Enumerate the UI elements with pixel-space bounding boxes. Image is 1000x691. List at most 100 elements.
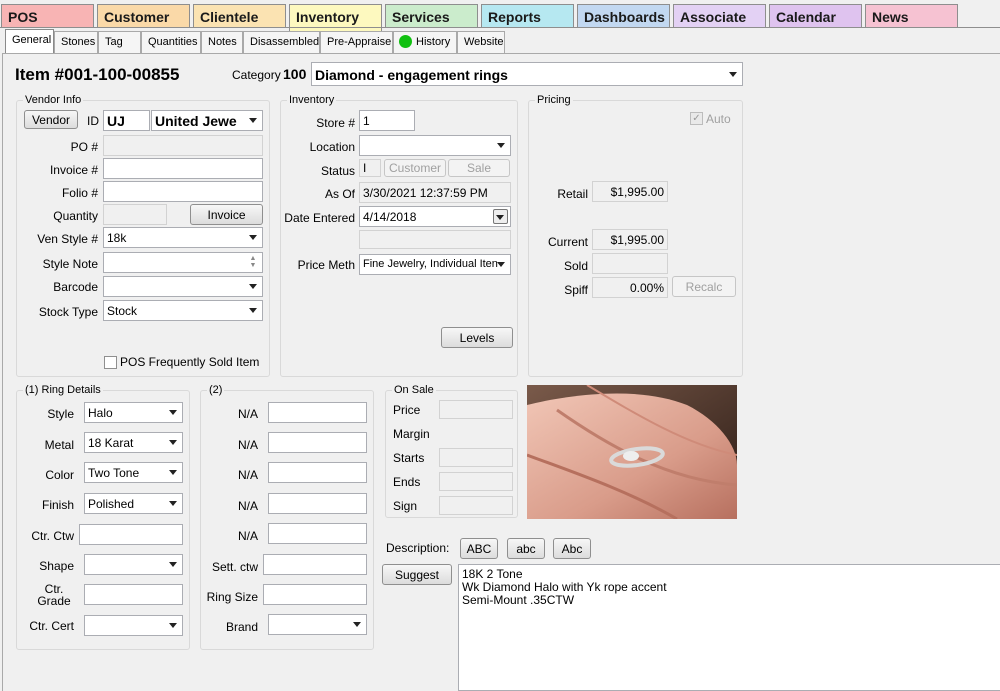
subtab-general[interactable]: General — [5, 29, 54, 54]
chevron-down-icon — [169, 410, 177, 415]
tab-services[interactable]: Services — [385, 4, 478, 28]
ring-style-select[interactable]: Halo — [84, 402, 183, 423]
folio-field[interactable] — [103, 181, 263, 202]
subtab-disassembled[interactable]: Disassembled — [243, 31, 320, 53]
customer-button[interactable]: Customer — [384, 159, 446, 177]
na-field-1[interactable] — [268, 402, 367, 423]
chevron-down-icon — [169, 470, 177, 475]
levels-button[interactable]: Levels — [441, 327, 513, 348]
ctr-cert-select[interactable] — [84, 615, 183, 636]
details-group-2: (2) — [200, 384, 374, 650]
on-sale-sign-field[interactable] — [439, 496, 513, 515]
ring-color-select[interactable]: Two Tone — [84, 462, 183, 483]
subtab-notes[interactable]: Notes — [201, 31, 243, 53]
description-textarea[interactable]: 18K 2 Tone Wk Diamond Halo with Yk rope … — [458, 564, 1000, 691]
brand-select[interactable] — [268, 614, 367, 635]
stock-type-select[interactable]: Stock — [103, 300, 263, 321]
tab-news[interactable]: News — [865, 4, 958, 28]
vendor-id-field[interactable]: UJ — [103, 110, 150, 131]
tab-pos[interactable]: POS — [1, 4, 94, 28]
subtab-history[interactable]: History — [393, 31, 457, 53]
pos-frequent-checkbox[interactable] — [104, 356, 117, 369]
spinner-icon[interactable]: ▲ ▼ — [247, 255, 259, 271]
as-of-label: As Of — [324, 187, 355, 201]
tab-reports[interactable]: Reports — [481, 4, 574, 28]
current-label: Current — [547, 235, 588, 249]
subtab-tag[interactable]: Tag — [98, 31, 141, 53]
subtab-quantities[interactable]: Quantities — [141, 31, 201, 53]
sold-field[interactable] — [592, 253, 668, 274]
on-sale-starts-field[interactable] — [439, 448, 513, 467]
on-sale-margin-label: Margin — [393, 427, 430, 441]
on-sale-price-field[interactable] — [439, 400, 513, 419]
tab-calendar[interactable]: Calendar — [769, 4, 862, 28]
sett-ctw-field[interactable] — [263, 554, 367, 575]
na-field-5[interactable] — [268, 523, 367, 544]
quantity-field[interactable] — [103, 204, 167, 225]
tab-clientele[interactable]: Clientele — [193, 4, 286, 28]
chevron-down-icon — [249, 284, 257, 289]
description-line: Semi-Mount .35CTW — [462, 593, 575, 607]
chevron-down-icon — [497, 262, 505, 267]
suggest-button[interactable]: Suggest — [382, 564, 452, 585]
sale-button[interactable]: Sale — [448, 159, 510, 177]
titlecase-button[interactable]: Abc — [553, 538, 591, 559]
ctr-ctw-field[interactable] — [79, 524, 183, 545]
sold-label: Sold — [563, 259, 588, 273]
current-field[interactable]: $1,995.00 — [592, 229, 668, 250]
ctr-ctw-label: Ctr. Ctw — [31, 529, 74, 543]
stock-type-value: Stock — [107, 304, 138, 318]
vendor-name-value: United Jewe — [155, 113, 237, 129]
item-photo[interactable] — [527, 385, 737, 519]
vendor-name-select[interactable]: United Jewe — [151, 110, 263, 131]
ring-metal-value: 18 Karat — [88, 436, 134, 450]
spiff-label: Spiff — [564, 283, 588, 297]
subtab-history-label: History — [416, 36, 451, 48]
subtab-pre-appraise[interactable]: Pre-Appraise — [320, 31, 393, 53]
barcode-select[interactable] — [103, 276, 263, 297]
tab-dashboards[interactable]: Dashboards — [577, 4, 670, 28]
location-select[interactable] — [359, 135, 511, 156]
subtab-stones[interactable]: Stones — [54, 31, 98, 53]
na-field-3[interactable] — [268, 462, 367, 483]
tab-associate[interactable]: Associate — [673, 4, 766, 28]
chevron-down-icon — [169, 623, 177, 628]
ring-metal-select[interactable]: 18 Karat — [84, 432, 183, 453]
as-of-field[interactable]: 3/30/2021 12:37:59 PM — [359, 182, 511, 203]
recalc-button[interactable]: Recalc — [672, 276, 736, 297]
retail-field[interactable]: $1,995.00 — [592, 181, 668, 202]
auto-checkbox[interactable]: ✓ — [690, 112, 703, 125]
invoice-label: Invoice # — [49, 163, 98, 177]
style-note-field[interactable] — [103, 252, 263, 273]
pos-frequent-label: POS Frequently Sold Item — [120, 355, 260, 369]
po-field[interactable] — [103, 135, 263, 156]
ring-finish-select[interactable]: Polished — [84, 493, 183, 514]
price-meth-select[interactable]: Fine Jewelry, Individual Iten — [359, 254, 511, 275]
uppercase-button[interactable]: ABC — [460, 538, 498, 559]
ring-size-field[interactable] — [263, 584, 367, 605]
subtab-website[interactable]: Website — [457, 31, 505, 53]
na-field-4[interactable] — [268, 493, 367, 514]
po-label: PO # — [70, 140, 98, 154]
on-sale-ends-field[interactable] — [439, 472, 513, 491]
category-value: Diamond - engagement rings — [315, 67, 508, 83]
lowercase-button[interactable]: abc — [507, 538, 545, 559]
on-sale-title: On Sale — [392, 384, 436, 396]
store-label: Store # — [316, 116, 355, 130]
invoice-button[interactable]: Invoice — [190, 204, 263, 225]
category-select[interactable]: Diamond - engagement rings — [311, 62, 743, 86]
calendar-dropdown-button[interactable] — [493, 209, 508, 224]
status-field[interactable]: I — [359, 159, 381, 177]
spiff-field[interactable]: 0.00% — [592, 277, 668, 298]
vendor-button[interactable]: Vendor — [24, 110, 78, 129]
ctr-cert-label: Ctr. Cert — [29, 619, 74, 633]
tab-customer[interactable]: Customer — [97, 4, 190, 28]
ring-finish-label: Finish — [41, 498, 74, 512]
store-field[interactable]: 1 — [359, 110, 415, 131]
ctr-grade-field[interactable] — [84, 584, 183, 605]
shape-select[interactable] — [84, 554, 183, 575]
ven-style-select[interactable]: 18k — [103, 227, 263, 248]
na-field-2[interactable] — [268, 432, 367, 453]
invoice-field[interactable] — [103, 158, 263, 179]
date-entered-picker[interactable]: 4/14/2018 — [359, 206, 511, 227]
